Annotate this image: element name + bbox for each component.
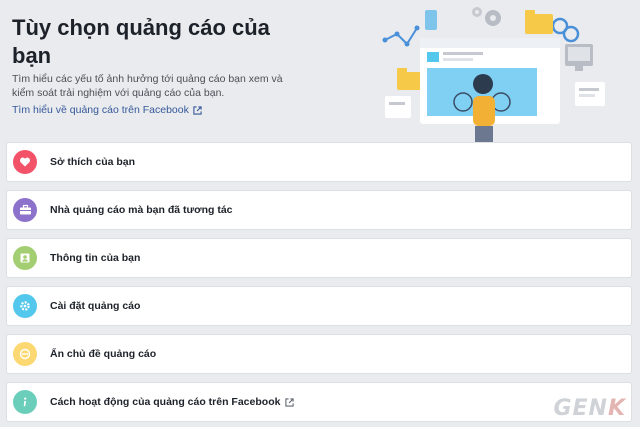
row-interests[interactable]: Sở thích của bạn — [6, 142, 632, 182]
ad-preferences-list: Sở thích của bạn Nhà quảng cáo mà bạn đã… — [6, 142, 632, 427]
learn-about-ads-link[interactable]: Tìm hiểu về quảng cáo trên Facebook — [12, 104, 202, 116]
page-description: Tìm hiểu các yếu tố ảnh hưởng tới quảng … — [12, 73, 283, 99]
row-label: Thông tin của bạn — [50, 252, 141, 264]
heart-icon — [13, 150, 37, 174]
row-hide-ad-topics[interactable]: Ẩn chủ đề quảng cáo — [6, 334, 632, 374]
profile-icon — [13, 246, 37, 270]
page-header: Tùy chọn quảng cáo của bạn Tìm hiểu các … — [0, 0, 640, 144]
ad-preferences-illustration — [382, 7, 605, 144]
row-label-with-link: Cách hoạt động của quảng cáo trên Facebo… — [50, 396, 295, 408]
page-title: Tùy chọn quảng cáo của bạn — [12, 15, 270, 68]
row-label: Ẩn chủ đề quảng cáo — [50, 348, 157, 360]
gear-icon — [13, 294, 37, 318]
briefcase-icon — [13, 198, 37, 222]
row-label: Cài đặt quảng cáo — [50, 300, 141, 312]
external-link-icon — [285, 397, 295, 407]
row-label: Cách hoạt động của quảng cáo trên Facebo… — [50, 396, 281, 408]
row-label: Sở thích của bạn — [50, 156, 136, 168]
row-advertisers[interactable]: Nhà quảng cáo mà bạn đã tương tác — [6, 190, 632, 230]
hide-icon — [13, 342, 37, 366]
row-ad-settings[interactable]: Cài đặt quảng cáo — [6, 286, 632, 326]
external-link-icon — [193, 105, 202, 115]
row-label: Nhà quảng cáo mà bạn đã tương tác — [50, 204, 233, 216]
genk-watermark-logo: GENK — [553, 396, 626, 421]
row-how-ads-work[interactable]: Cách hoạt động của quảng cáo trên Facebo… — [6, 382, 632, 422]
row-your-information[interactable]: Thông tin của bạn — [6, 238, 632, 278]
info-icon — [13, 390, 37, 414]
learn-link-label: Tìm hiểu về quảng cáo trên Facebook — [12, 104, 189, 116]
